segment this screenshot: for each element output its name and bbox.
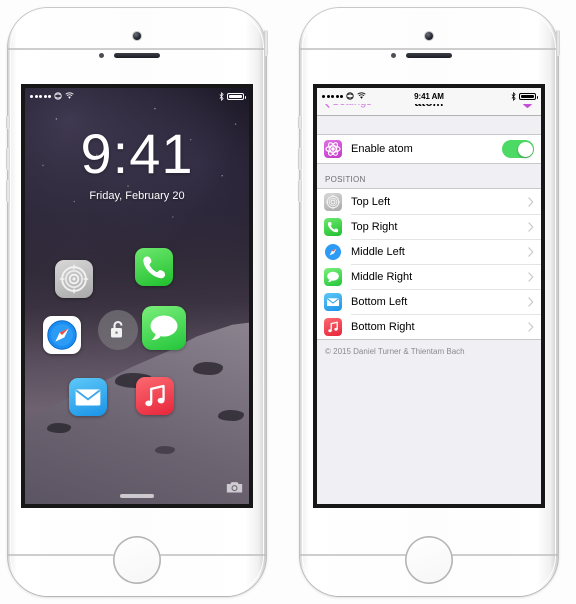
chevron-right-icon [528, 196, 534, 207]
home-button[interactable] [405, 536, 453, 584]
status-left-cluster [30, 92, 74, 100]
wifi-icon [65, 92, 74, 99]
status-right-cluster [219, 91, 246, 101]
messages-app-icon [324, 267, 342, 286]
power-button[interactable] [264, 30, 268, 56]
left-status-bar [25, 88, 249, 104]
proximity-sensor-icon [391, 53, 396, 58]
row-label: Middle Right [351, 270, 413, 283]
mute-switch-button[interactable] [298, 116, 302, 129]
home-indicator-bar [120, 494, 154, 498]
position-row-top-right[interactable]: Top Right [317, 214, 541, 239]
unlock-padlock-icon[interactable] [98, 310, 138, 350]
position-row-bottom-right[interactable]: Bottom Right [317, 314, 541, 339]
left-phone-device: 9:41 Friday, February 20 [6, 8, 268, 596]
battery-icon [227, 92, 246, 100]
chevron-right-icon [528, 246, 534, 257]
chevron-right-icon [528, 271, 534, 282]
chevron-right-icon [528, 221, 534, 232]
volume-up-button[interactable] [298, 148, 302, 170]
earpiece-speaker [114, 53, 160, 58]
toggle-knob [517, 141, 533, 157]
position-row-top-left[interactable]: Top Left [317, 189, 541, 214]
carrier-icon [54, 92, 62, 100]
position-group: Top Left Top Right Middle Left Middle Ri… [317, 188, 541, 340]
atom-app-icon [324, 140, 342, 158]
top-spacer [317, 116, 541, 134]
phone-app-icon[interactable] [135, 248, 173, 286]
camera-icon[interactable] [226, 480, 243, 499]
power-button[interactable] [556, 30, 560, 56]
position-section-header: POSITION [325, 175, 366, 184]
right-phone-device: 9:41 AM Settings [298, 8, 560, 596]
music-app-icon [324, 317, 342, 336]
music-app-icon[interactable] [136, 377, 174, 415]
proximity-sensor-icon [99, 53, 104, 58]
bluetooth-icon [219, 91, 224, 101]
position-row-bottom-left[interactable]: Bottom Left [317, 289, 541, 314]
mail-app-icon [324, 292, 342, 311]
row-label: Bottom Right [351, 320, 415, 333]
earpiece-speaker [406, 53, 452, 58]
right-phone-screen: 9:41 AM Settings [313, 84, 545, 508]
volume-down-button[interactable] [6, 180, 10, 202]
front-camera-icon [133, 32, 141, 40]
row-label: Bottom Left [351, 295, 408, 308]
mail-app-icon[interactable] [69, 378, 107, 416]
row-label: Top Right [351, 220, 398, 233]
position-row-middle-right[interactable]: Middle Right [317, 264, 541, 289]
chevron-right-icon [528, 296, 534, 307]
enable-group: Enable atom [317, 134, 541, 164]
position-row-middle-left[interactable]: Middle Left [317, 239, 541, 264]
settings-app-icon [324, 192, 342, 211]
settings-content: Enable atom POSITION Top Left Top Right … [317, 116, 541, 504]
left-phone-screen: 9:41 Friday, February 20 [21, 84, 253, 508]
chevron-right-icon [528, 321, 534, 332]
enable-atom-row[interactable]: Enable atom [317, 135, 541, 163]
volume-up-button[interactable] [6, 148, 10, 170]
copyright-footer: © 2015 Daniel Turner & Thientam Bach [325, 347, 465, 356]
safari-app-icon[interactable] [43, 316, 81, 354]
screenshot-stage: 9:41 Friday, February 20 9:41 AM Enable … [0, 0, 576, 604]
right-status-bar: 9:41 AM [317, 88, 541, 104]
row-label: Top Left [351, 195, 391, 208]
signal-dots-icon [30, 94, 51, 98]
mute-switch-button[interactable] [6, 116, 10, 129]
messages-app-icon[interactable] [142, 306, 186, 350]
phone-app-icon [324, 217, 342, 236]
row-label: Middle Left [351, 245, 405, 258]
enable-atom-toggle[interactable] [502, 140, 534, 158]
antenna-seam-top [8, 48, 266, 50]
home-button[interactable] [113, 536, 161, 584]
status-bar-time: 9:41 AM [414, 91, 444, 101]
enable-atom-label: Enable atom [351, 143, 413, 155]
atom-settings-app: 9:41 AM Settings [317, 88, 541, 504]
battery-icon [519, 92, 538, 100]
volume-down-button[interactable] [298, 180, 302, 202]
antenna-seam-top [300, 48, 558, 50]
lock-screen-app-icons [25, 88, 249, 504]
front-camera-icon [425, 32, 433, 40]
safari-app-icon [324, 242, 342, 261]
settings-app-icon[interactable] [55, 260, 93, 298]
